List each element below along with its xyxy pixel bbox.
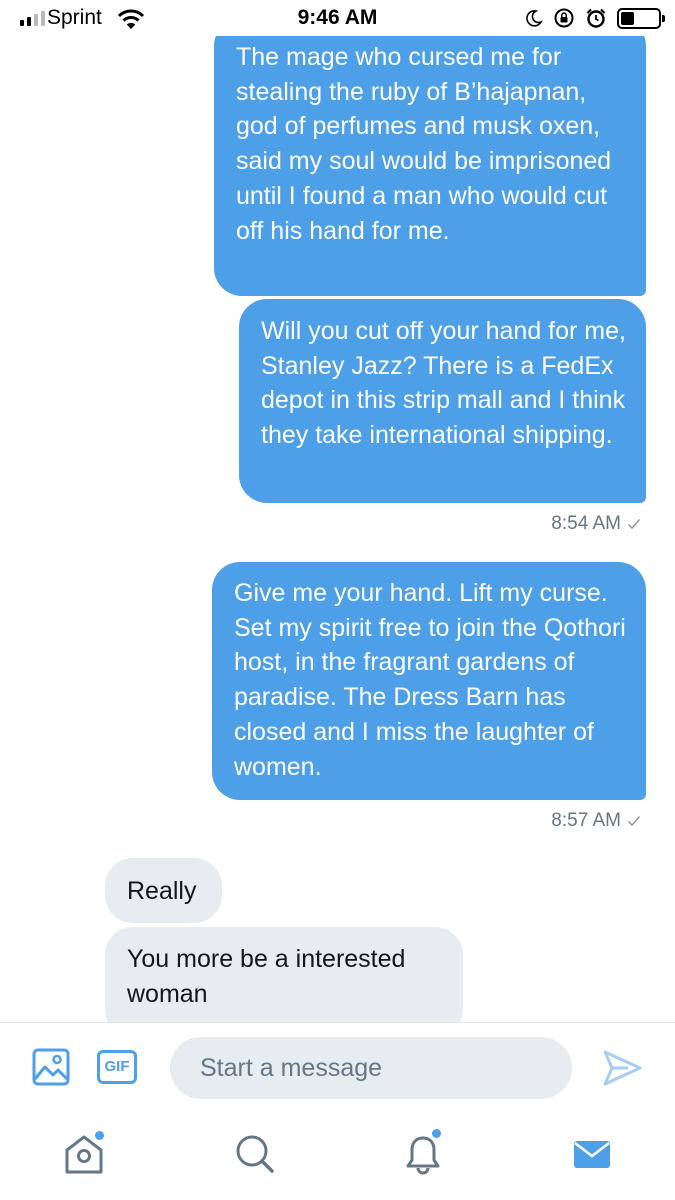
tab-messages[interactable] <box>570 1132 614 1176</box>
message-thread[interactable]: The mage who cursed me for stealing the … <box>0 0 675 1022</box>
sent-message[interactable]: Will you cut off your hand for me, Stanl… <box>239 299 646 503</box>
gif-button[interactable]: GIF <box>97 1050 137 1084</box>
tab-home[interactable] <box>62 1131 106 1176</box>
battery-icon <box>617 7 665 29</box>
notification-dot <box>95 1131 104 1140</box>
notification-dot <box>432 1129 441 1138</box>
do-not-disturb-icon <box>526 10 543 27</box>
image-icon[interactable] <box>32 1048 70 1086</box>
tab-notifications[interactable] <box>401 1129 445 1176</box>
sent-message[interactable]: Give me your hand. Lift my curse. Set my… <box>212 562 646 800</box>
message-timestamp: 8:57 AM <box>551 810 641 832</box>
timestamp-text: 8:57 AM <box>551 810 621 831</box>
message-composer: GIF <box>0 1022 675 1112</box>
checkmark-icon <box>627 519 641 530</box>
message-input[interactable] <box>170 1037 572 1099</box>
received-message[interactable]: Really <box>105 858 222 923</box>
sent-message[interactable]: The mage who cursed me for stealing the … <box>214 18 646 296</box>
tab-bar <box>0 1112 675 1200</box>
send-icon[interactable] <box>602 1049 642 1087</box>
status-bar: Sprint 9:46 AM <box>0 0 675 36</box>
checkmark-icon <box>627 816 641 827</box>
received-message[interactable]: You more be a interested woman <box>105 927 463 1022</box>
search-icon <box>236 1135 274 1173</box>
timestamp-text: 8:54 AM <box>551 513 621 534</box>
messages-icon <box>574 1141 610 1168</box>
alarm-icon <box>586 8 606 28</box>
message-timestamp: 8:54 AM <box>551 513 641 535</box>
rotation-lock-icon <box>554 8 574 28</box>
tab-search[interactable] <box>233 1132 277 1176</box>
notifications-icon <box>406 1136 440 1175</box>
